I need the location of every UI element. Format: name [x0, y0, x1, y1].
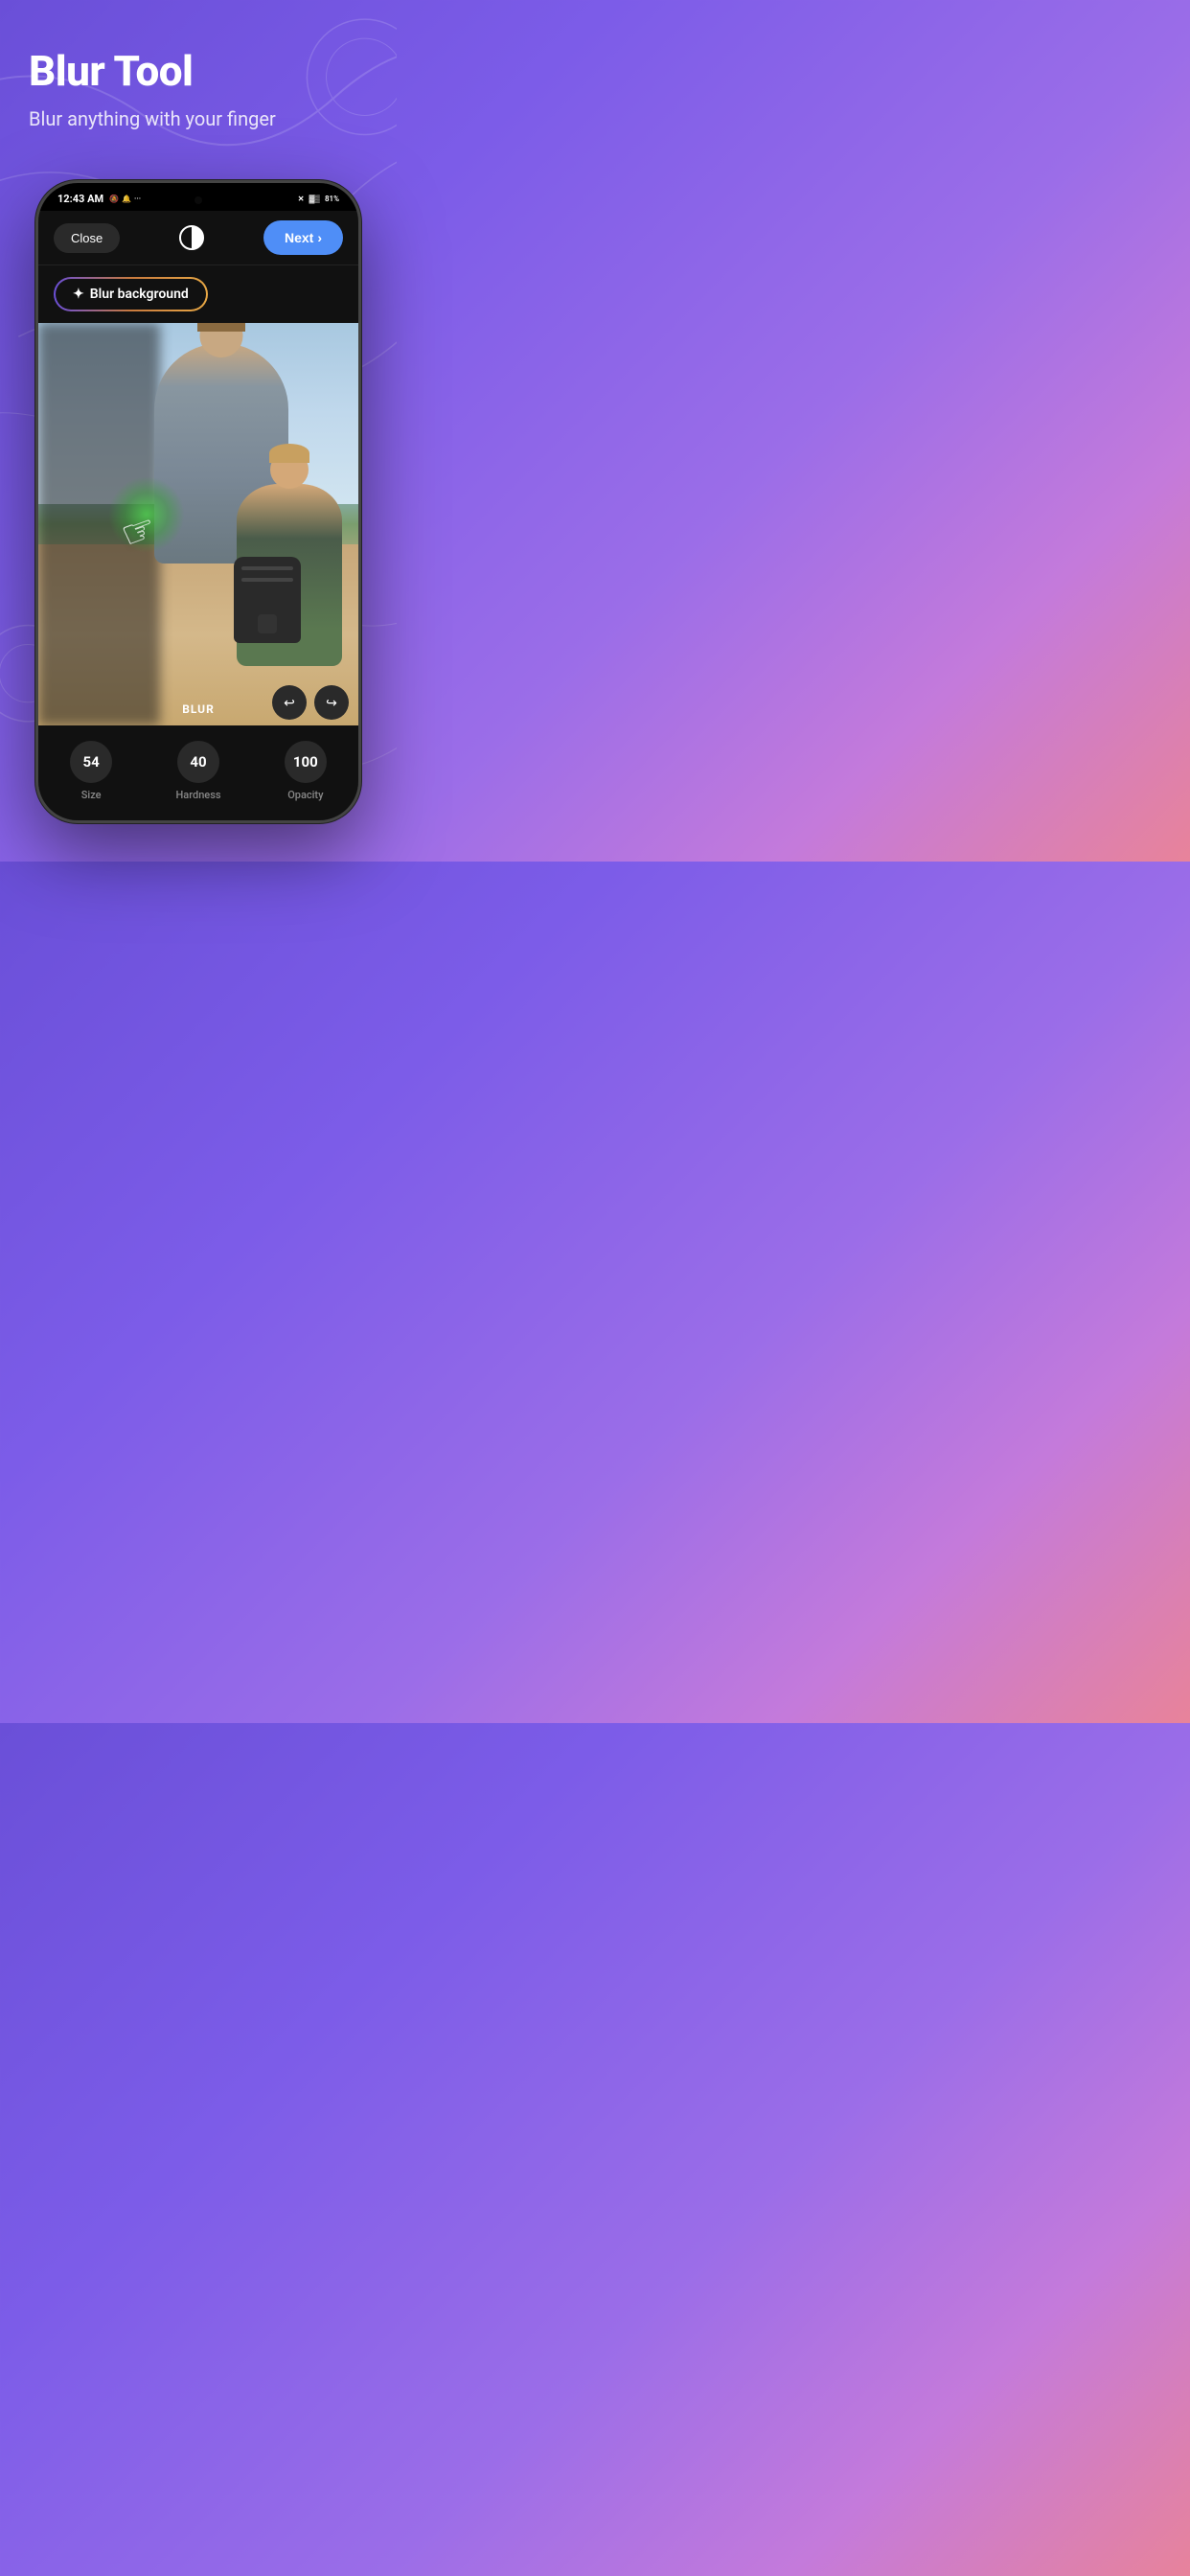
hardness-label: Hardness	[175, 789, 220, 801]
photo-area[interactable]: ☞	[38, 323, 358, 725]
bottom-controls: 54 Size 40 Hardness 100 Opacity	[38, 725, 358, 820]
hero-subtitle: Blur anything with your finger	[29, 105, 368, 132]
sparkle-icon: ✦	[73, 287, 84, 302]
size-value[interactable]: 54	[70, 741, 112, 783]
photo-scene: ☞	[38, 323, 358, 725]
toolbar: Close Next ›	[38, 211, 358, 265]
undo-button[interactable]: ↩	[272, 685, 307, 720]
close-button[interactable]: Close	[54, 223, 120, 253]
redo-button[interactable]: ↪	[314, 685, 349, 720]
status-bar: 12:43 AM 🔕 🔔 ··· ✕ ▓▒ 81%	[38, 183, 358, 211]
battery-indicator: 81%	[325, 195, 339, 203]
opacity-value[interactable]: 100	[285, 741, 327, 783]
hardness-control: 40 Hardness	[175, 741, 220, 801]
wifi-icon: ▓▒	[309, 195, 320, 203]
blur-background-button[interactable]: ✦ Blur background	[54, 277, 208, 311]
more-icon: ···	[134, 195, 141, 203]
contrast-icon[interactable]	[174, 220, 209, 255]
opacity-control: 100 Opacity	[285, 741, 327, 801]
backpack-figure	[234, 557, 301, 643]
alarm-icon: 🔔	[122, 195, 131, 203]
next-button[interactable]: Next ›	[263, 220, 343, 255]
hardness-value[interactable]: 40	[177, 741, 219, 783]
camera-hole	[195, 196, 202, 204]
hero-section: Blur Tool Blur anything with your finger	[0, 0, 397, 161]
status-left: 12:43 AM 🔕 🔔 ···	[57, 193, 141, 205]
status-right: ✕ ▓▒ 81%	[298, 195, 339, 203]
phone-frame: 12:43 AM 🔕 🔔 ··· ✕ ▓▒ 81% Close	[35, 180, 361, 823]
controls-row: 54 Size 40 Hardness 100 Opacity	[38, 741, 358, 801]
mute-icon: 🔕	[109, 195, 119, 203]
x-icon: ✕	[298, 195, 305, 203]
blur-mode-label: BLUR	[182, 702, 215, 716]
phone-container: 12:43 AM 🔕 🔔 ··· ✕ ▓▒ 81% Close	[0, 161, 397, 862]
hero-title: Blur Tool	[29, 48, 368, 94]
blur-bg-section: ✦ Blur background	[38, 265, 358, 323]
undo-redo-group: ↩ ↪	[272, 685, 349, 720]
chevron-right-icon: ›	[317, 230, 322, 245]
size-label: Size	[81, 789, 102, 801]
status-icons: 🔕 🔔 ···	[109, 195, 141, 203]
status-time: 12:43 AM	[57, 193, 103, 205]
opacity-label: Opacity	[287, 789, 323, 801]
size-control: 54 Size	[70, 741, 112, 801]
